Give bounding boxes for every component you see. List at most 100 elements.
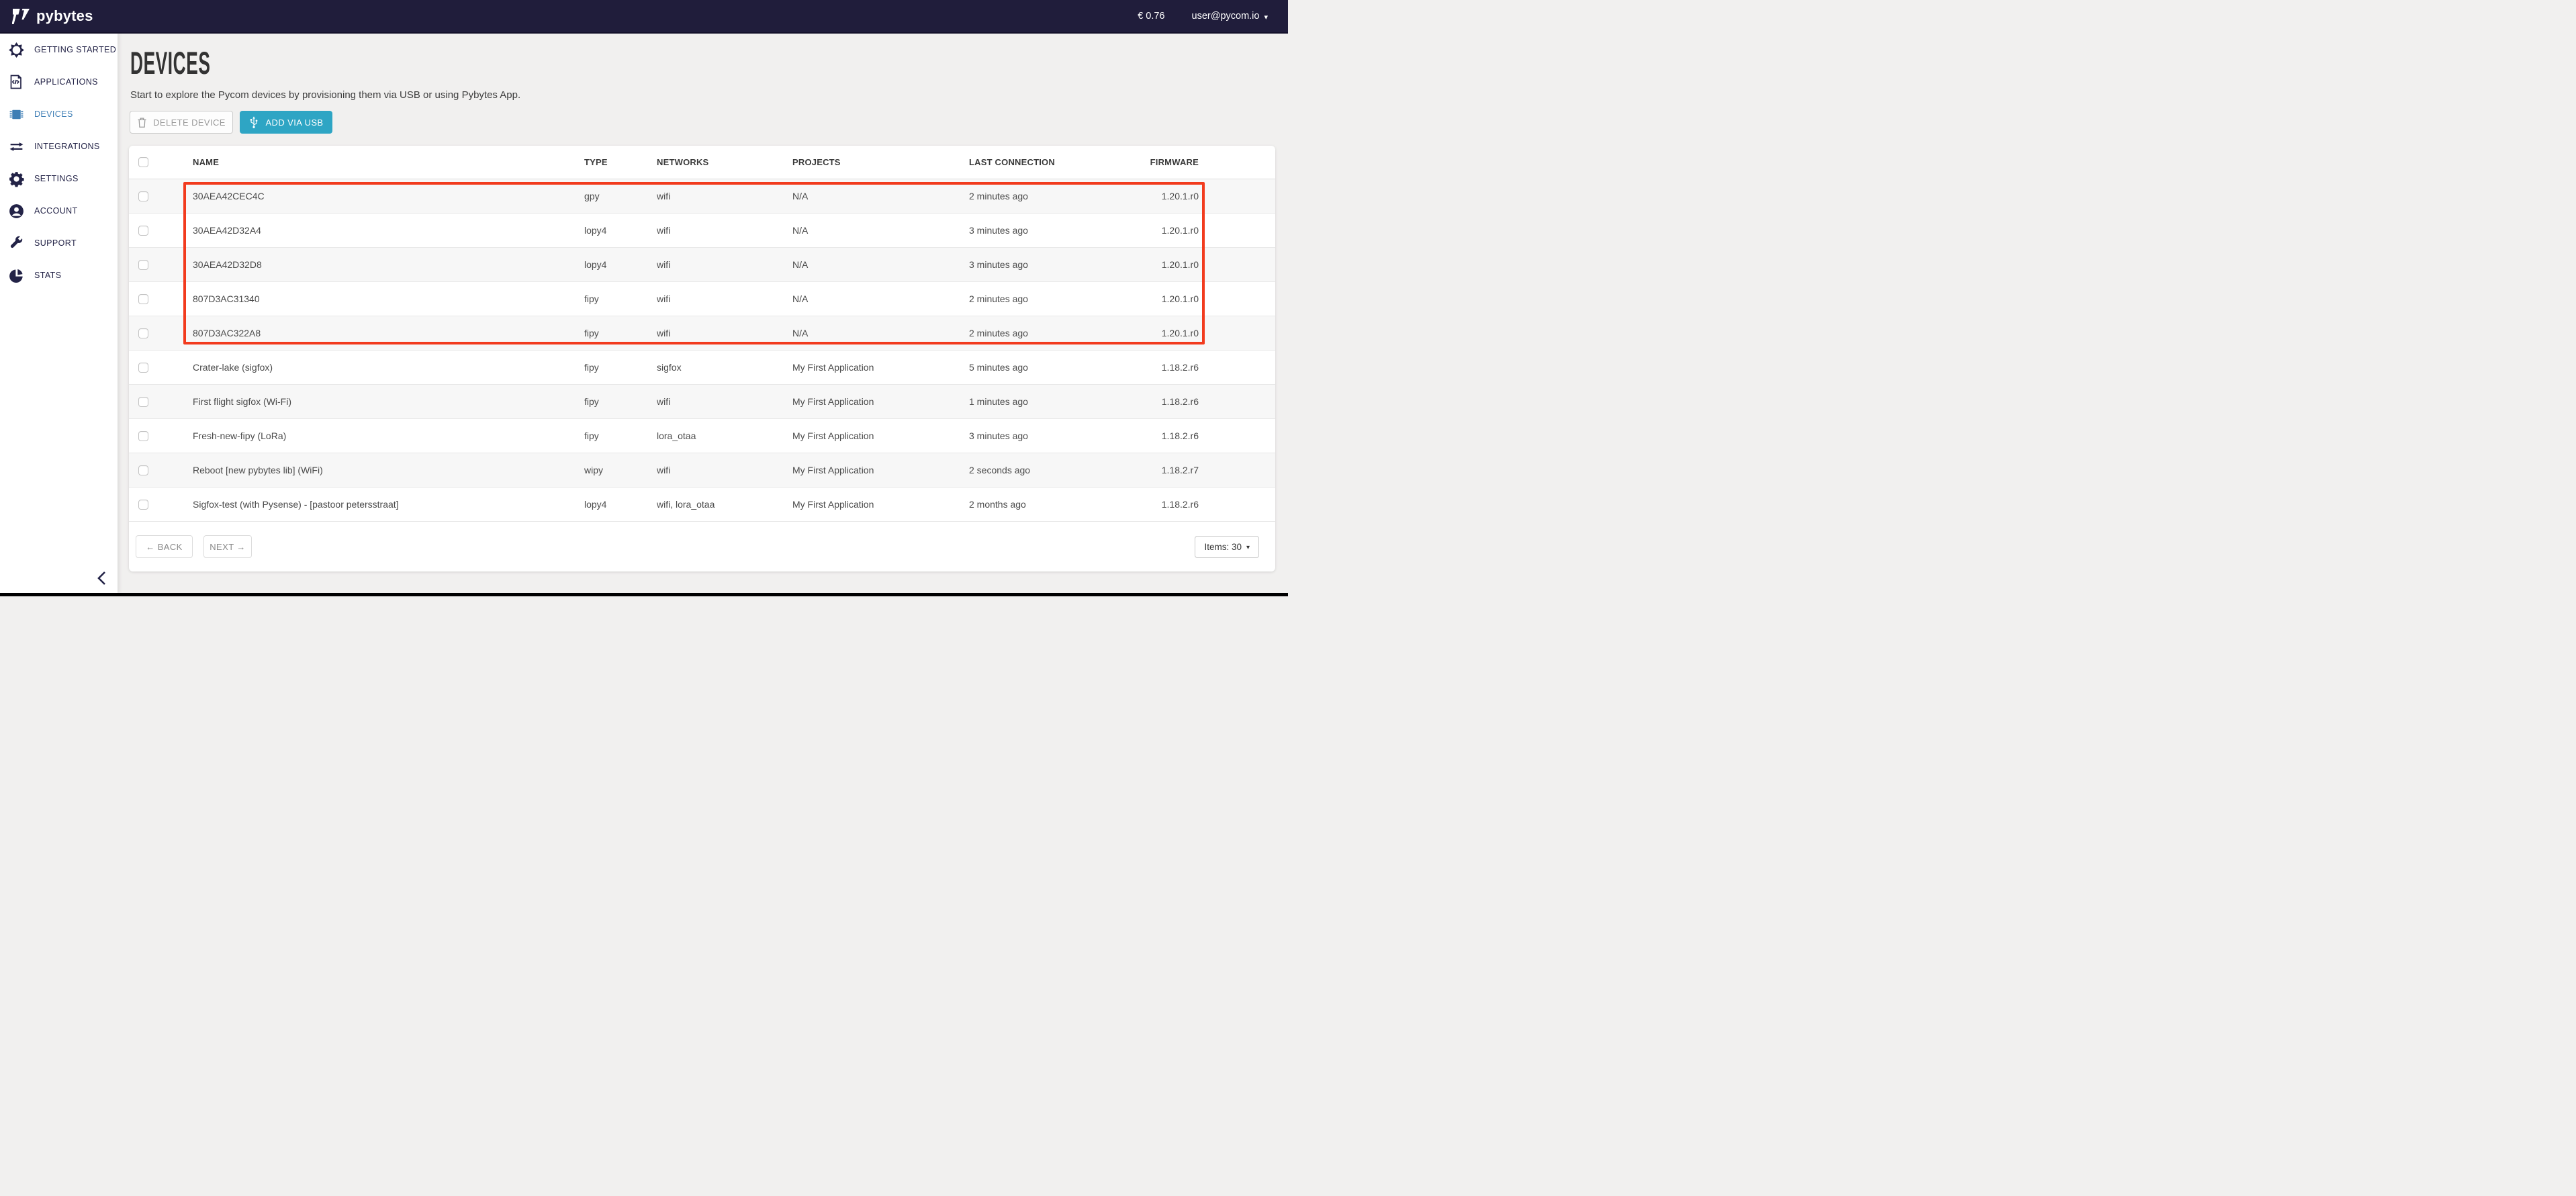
device-type: fipy <box>584 362 657 373</box>
device-projects: N/A <box>792 225 969 236</box>
column-header-firmware: FIRMWARE <box>1115 157 1275 167</box>
device-networks: wifi <box>657 259 792 270</box>
device-name: 30AEA42CEC4C <box>193 191 584 201</box>
sidebar-item-support[interactable]: SUPPORT <box>0 227 118 259</box>
device-networks: lora_otaa <box>657 430 792 441</box>
row-checkbox-cell <box>129 328 193 338</box>
sidebar-item-integrations[interactable]: INTEGRATIONS <box>0 130 118 163</box>
user-menu[interactable]: user@pycom.io ▾ <box>1192 11 1268 21</box>
caret-down-icon: ▾ <box>1246 544 1250 551</box>
table-row[interactable]: Fresh-new-fipy (LoRa) fipy lora_otaa My … <box>129 419 1275 453</box>
topbar: pybytes € 0.76 user@pycom.io ▾ <box>0 0 1288 34</box>
device-firmware: 1.20.1.r0 <box>1115 191 1275 201</box>
device-type: lopy4 <box>584 499 657 510</box>
device-last-connection: 2 months ago <box>969 499 1115 510</box>
device-last-connection: 3 minutes ago <box>969 259 1115 270</box>
toolbar: DELETE DEVICE A <box>130 111 1275 134</box>
table-row[interactable]: 807D3AC322A8 fipy wifi N/A 2 minutes ago… <box>129 316 1275 351</box>
device-type: fipy <box>584 328 657 338</box>
select-all-checkbox[interactable] <box>138 157 148 167</box>
code-file-icon <box>7 73 25 91</box>
row-checkbox[interactable] <box>138 363 148 373</box>
sidebar-item-label: DEVICES <box>34 109 73 119</box>
sidebar-item-label: STATS <box>34 271 61 280</box>
account-icon <box>7 202 25 220</box>
row-checkbox[interactable] <box>138 431 148 441</box>
account-balance: € 0.76 <box>1138 11 1164 21</box>
logo-text: pybytes <box>36 7 93 25</box>
main-content: DEVICES Start to explore the Pycom devic… <box>118 34 1288 593</box>
device-firmware: 1.20.1.r0 <box>1115 328 1275 338</box>
device-networks: wifi <box>657 225 792 236</box>
row-checkbox[interactable] <box>138 260 148 270</box>
sidebar-item-applications[interactable]: APPLICATIONS <box>0 66 118 98</box>
device-projects: My First Application <box>792 499 969 510</box>
table-row[interactable]: First flight sigfox (Wi-Fi) fipy wifi My… <box>129 385 1275 419</box>
caret-down-icon: ▾ <box>1264 13 1268 21</box>
row-checkbox-cell <box>129 465 193 475</box>
device-firmware: 1.18.2.r6 <box>1115 499 1275 510</box>
header-checkbox-cell <box>129 157 193 167</box>
table-header-row: NAME TYPE NETWORKS PROJECTS LAST CONNECT… <box>129 146 1275 179</box>
table-row[interactable]: Sigfox-test (with Pysense) - [pastoor pe… <box>129 488 1275 522</box>
table-row[interactable]: 30AEA42D32D8 lopy4 wifi N/A 3 minutes ag… <box>129 248 1275 282</box>
chevron-left-icon <box>97 571 107 586</box>
device-type: lopy4 <box>584 259 657 270</box>
device-name: 807D3AC31340 <box>193 293 584 304</box>
device-firmware: 1.20.1.r0 <box>1115 259 1275 270</box>
table-row[interactable]: 30AEA42D32A4 lopy4 wifi N/A 3 minutes ag… <box>129 214 1275 248</box>
sidebar-collapse-button[interactable] <box>93 569 111 588</box>
delete-device-button[interactable]: DELETE DEVICE <box>130 111 233 134</box>
table-row[interactable]: 807D3AC31340 fipy wifi N/A 2 minutes ago… <box>129 282 1275 316</box>
add-via-usb-label: ADD VIA USB <box>265 118 323 128</box>
row-checkbox-cell <box>129 397 193 407</box>
column-header-projects: PROJECTS <box>792 157 969 167</box>
device-projects: N/A <box>792 191 969 201</box>
row-checkbox[interactable] <box>138 465 148 475</box>
add-via-usb-button[interactable]: ADD VIA USB <box>240 111 332 134</box>
sidebar-item-settings[interactable]: SETTINGS <box>0 163 118 195</box>
sidebar-item-label: SETTINGS <box>34 174 79 183</box>
device-last-connection: 3 minutes ago <box>969 430 1115 441</box>
row-checkbox-cell <box>129 363 193 373</box>
row-checkbox[interactable] <box>138 500 148 510</box>
device-projects: My First Application <box>792 396 969 407</box>
device-firmware: 1.18.2.r6 <box>1115 430 1275 441</box>
device-projects: My First Application <box>792 362 969 373</box>
sidebar-item-label: ACCOUNT <box>34 206 78 216</box>
row-checkbox[interactable] <box>138 397 148 407</box>
devices-table-card: NAME TYPE NETWORKS PROJECTS LAST CONNECT… <box>129 146 1275 571</box>
delete-device-label: DELETE DEVICE <box>153 118 226 128</box>
back-button[interactable]: ← BACK <box>136 535 193 558</box>
device-name: Reboot [new pybytes lib] (WiFi) <box>193 465 584 475</box>
next-button[interactable]: NEXT → <box>203 535 252 558</box>
sidebar-item-stats[interactable]: STATS <box>0 259 118 291</box>
usb-icon <box>248 116 259 129</box>
gear-icon <box>7 170 25 187</box>
device-networks: wifi <box>657 328 792 338</box>
sidebar-item-getting-started[interactable]: GETTING STARTED <box>0 34 118 66</box>
table-row[interactable]: Crater-lake (sigfox) fipy sigfox My Firs… <box>129 351 1275 385</box>
row-checkbox-cell <box>129 260 193 270</box>
row-checkbox[interactable] <box>138 226 148 236</box>
row-checkbox[interactable] <box>138 328 148 338</box>
pie-chart-icon <box>7 267 25 284</box>
device-type: lopy4 <box>584 225 657 236</box>
sidebar-item-account[interactable]: ACCOUNT <box>0 195 118 227</box>
trash-icon <box>137 117 147 128</box>
sidebar-item-label: SUPPORT <box>34 238 77 248</box>
pybytes-logo-icon <box>12 8 30 25</box>
row-checkbox[interactable] <box>138 294 148 304</box>
items-per-page-dropdown[interactable]: Items: 30 ▾ <box>1195 536 1259 558</box>
device-name: 807D3AC322A8 <box>193 328 584 338</box>
row-checkbox-cell <box>129 500 193 510</box>
device-last-connection: 2 minutes ago <box>969 328 1115 338</box>
device-firmware: 1.20.1.r0 <box>1115 225 1275 236</box>
row-checkbox-cell <box>129 294 193 304</box>
table-row[interactable]: Reboot [new pybytes lib] (WiFi) wipy wif… <box>129 453 1275 488</box>
sidebar-item-devices[interactable]: DEVICES <box>0 98 118 130</box>
row-checkbox-cell <box>129 191 193 201</box>
device-name: Fresh-new-fipy (LoRa) <box>193 430 584 441</box>
table-row[interactable]: 30AEA42CEC4C gpy wifi N/A 2 minutes ago … <box>129 179 1275 214</box>
row-checkbox[interactable] <box>138 191 148 201</box>
